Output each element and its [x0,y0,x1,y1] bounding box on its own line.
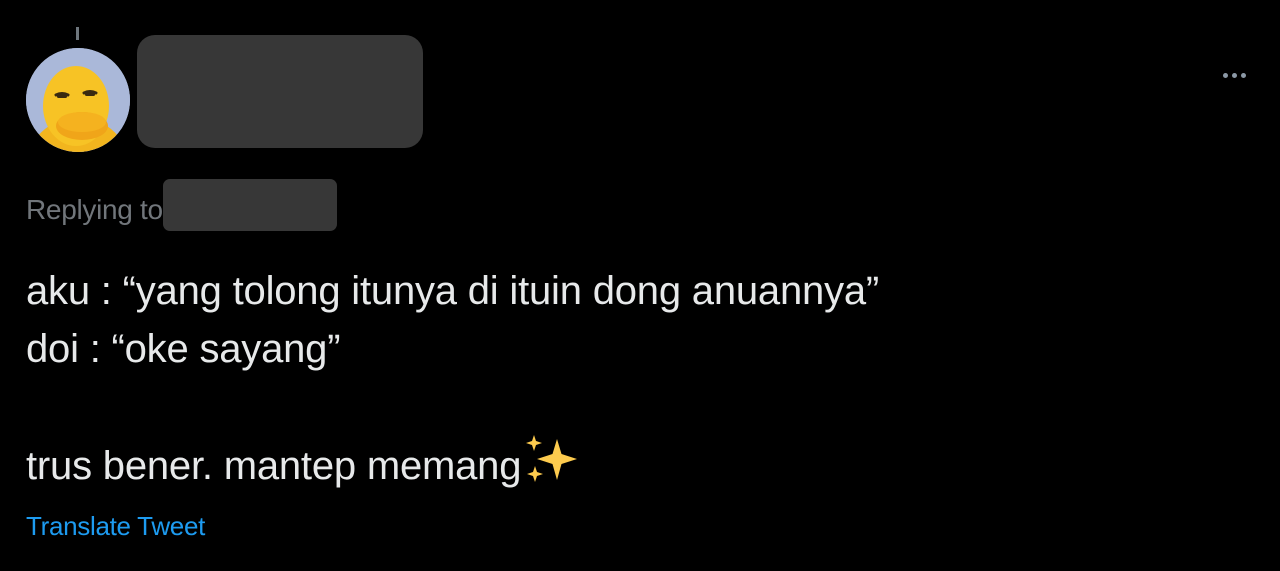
tweet-line-4-text: trus bener. mantep memang [26,444,522,488]
tweet-line-4: trus bener. mantep memang [26,435,879,493]
author-name-redacted [137,35,423,148]
tweet-line-1: aku : “yang tolong itunya di ituin dong … [26,269,880,313]
author-avatar[interactable] [26,48,130,152]
translate-tweet-link[interactable]: Translate Tweet [26,511,205,542]
replying-to-label: Replying to [26,194,163,225]
replying-to-row: Replying to [26,179,337,231]
ellipsis-icon-dot [1240,72,1246,78]
sparkles-icon [526,435,578,482]
reply-handle-redacted[interactable] [162,179,337,231]
thread-connector-line [76,27,79,40]
ellipsis-icon [1222,72,1228,78]
duck-avatar-icon [26,48,130,152]
ellipsis-icon-dot [1231,72,1237,78]
tweet-text: aku : “yang tolong itunya di ituin dong … [26,262,879,493]
tweet-line-2: doi : “oke sayang” [26,327,341,371]
more-options-button[interactable] [1214,62,1254,88]
